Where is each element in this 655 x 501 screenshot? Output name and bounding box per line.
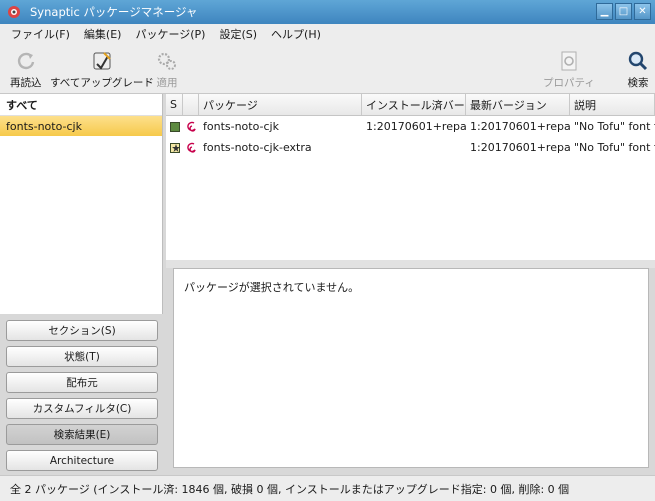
apply-label: 適用 (156, 77, 178, 89)
category-list: すべて fonts-noto-cjk (0, 94, 163, 314)
status-bar: 全 2 パッケージ (インストール済: 1846 個, 破損 0 個, インスト… (0, 475, 655, 501)
upgrade-icon (93, 52, 111, 70)
column-support[interactable] (183, 94, 199, 115)
table-row[interactable]: fonts-noto-cjk-extra 1:20170601+repack1-… (166, 137, 655, 158)
installed-status-icon[interactable] (170, 121, 180, 132)
category-item-selected[interactable]: fonts-noto-cjk (0, 116, 162, 136)
package-description: "No Tofu" font families (574, 141, 655, 154)
description-pane: パッケージが選択されていません。 (173, 268, 649, 468)
status-text: 全 2 パッケージ (インストール済: 1846 個, 破損 0 個, インスト… (10, 482, 570, 496)
synaptic-app-icon (8, 6, 20, 18)
new-package-status-icon[interactable] (170, 142, 180, 153)
title-bar: Synaptic パッケージマネージャ ▁ □ ✕ (0, 0, 655, 24)
search-results-filter-button[interactable]: 検索結果(E) (6, 424, 158, 445)
menu-bar: ファイル(F) 編集(E) パッケージ(P) 設定(S) ヘルプ(H) (0, 24, 655, 44)
menu-settings[interactable]: 設定(S) (212, 26, 264, 42)
status-filter-button[interactable]: 状態(T) (6, 346, 158, 367)
star-icon (172, 143, 180, 152)
window-title: Synaptic パッケージマネージャ (30, 5, 198, 19)
origin-filter-button[interactable]: 配布元 (6, 372, 158, 393)
architecture-filter-button[interactable]: Architecture (6, 450, 158, 471)
column-status[interactable]: S (166, 94, 183, 115)
upgrade-all-button[interactable]: すべてアップグレード (50, 50, 154, 90)
properties-label: プロパティ (543, 77, 595, 89)
sections-filter-button[interactable]: セクション(S) (6, 320, 158, 341)
pane-splitter[interactable] (166, 260, 655, 268)
column-installed-version[interactable]: インストール済バージョン (362, 94, 466, 115)
menu-file[interactable]: ファイル(F) (4, 26, 77, 42)
properties-icon (561, 51, 577, 71)
category-header[interactable]: すべて (0, 94, 162, 116)
gears-icon (157, 52, 176, 70)
column-package[interactable]: パッケージ (199, 94, 362, 115)
reload-icon (17, 52, 34, 70)
latest-version: 1:20170601+repack1-3 (470, 120, 570, 133)
reload-button[interactable]: 再読込 (10, 50, 42, 90)
table-header: S パッケージ インストール済バージョン 最新バージョン 説明 (166, 94, 655, 116)
close-icon: ✕ (638, 6, 647, 17)
latest-version: 1:20170601+repack1-3 (470, 141, 570, 154)
package-table: S パッケージ インストール済バージョン 最新バージョン 説明 fonts-no… (166, 94, 655, 260)
debian-swirl-icon (187, 142, 196, 153)
custom-filter-button[interactable]: カスタムフィルタ(C) (6, 398, 158, 419)
table-row[interactable]: fonts-noto-cjk 1:20170601+repack1-3 1:20… (166, 116, 655, 137)
package-name: fonts-noto-cjk (203, 120, 279, 133)
menu-edit[interactable]: 編集(E) (77, 26, 129, 42)
search-button[interactable]: 検索 (627, 50, 649, 90)
minimize-button[interactable]: ▁ (596, 3, 613, 20)
maximize-icon: □ (618, 6, 629, 17)
search-label: 検索 (627, 77, 649, 89)
minimize-icon: ▁ (600, 6, 609, 17)
package-description: "No Tofu" font families (574, 120, 655, 133)
properties-button[interactable]: プロパティ (543, 50, 595, 90)
upgrade-all-label: すべてアップグレード (50, 77, 154, 89)
column-description[interactable]: 説明 (570, 94, 655, 115)
toolbar: 再読込 すべてアップグレード 適用 プロパティ 検索 (0, 44, 655, 94)
menu-help[interactable]: ヘルプ(H) (264, 26, 328, 42)
column-latest-version[interactable]: 最新バージョン (466, 94, 570, 115)
apply-button[interactable]: 適用 (156, 50, 178, 90)
installed-version: 1:20170601+repack1-3 (366, 120, 466, 133)
maximize-button[interactable]: □ (615, 3, 632, 20)
close-button[interactable]: ✕ (634, 3, 651, 20)
reload-label: 再読込 (10, 77, 42, 89)
menu-package[interactable]: パッケージ(P) (128, 26, 212, 42)
no-package-selected-text: パッケージが選択されていません。 (184, 281, 360, 294)
filter-buttons: セクション(S) 状態(T) 配布元 カスタムフィルタ(C) 検索結果(E) A… (6, 320, 158, 476)
debian-swirl-icon (187, 121, 196, 132)
package-name: fonts-noto-cjk-extra (203, 141, 312, 154)
search-icon (628, 51, 648, 71)
